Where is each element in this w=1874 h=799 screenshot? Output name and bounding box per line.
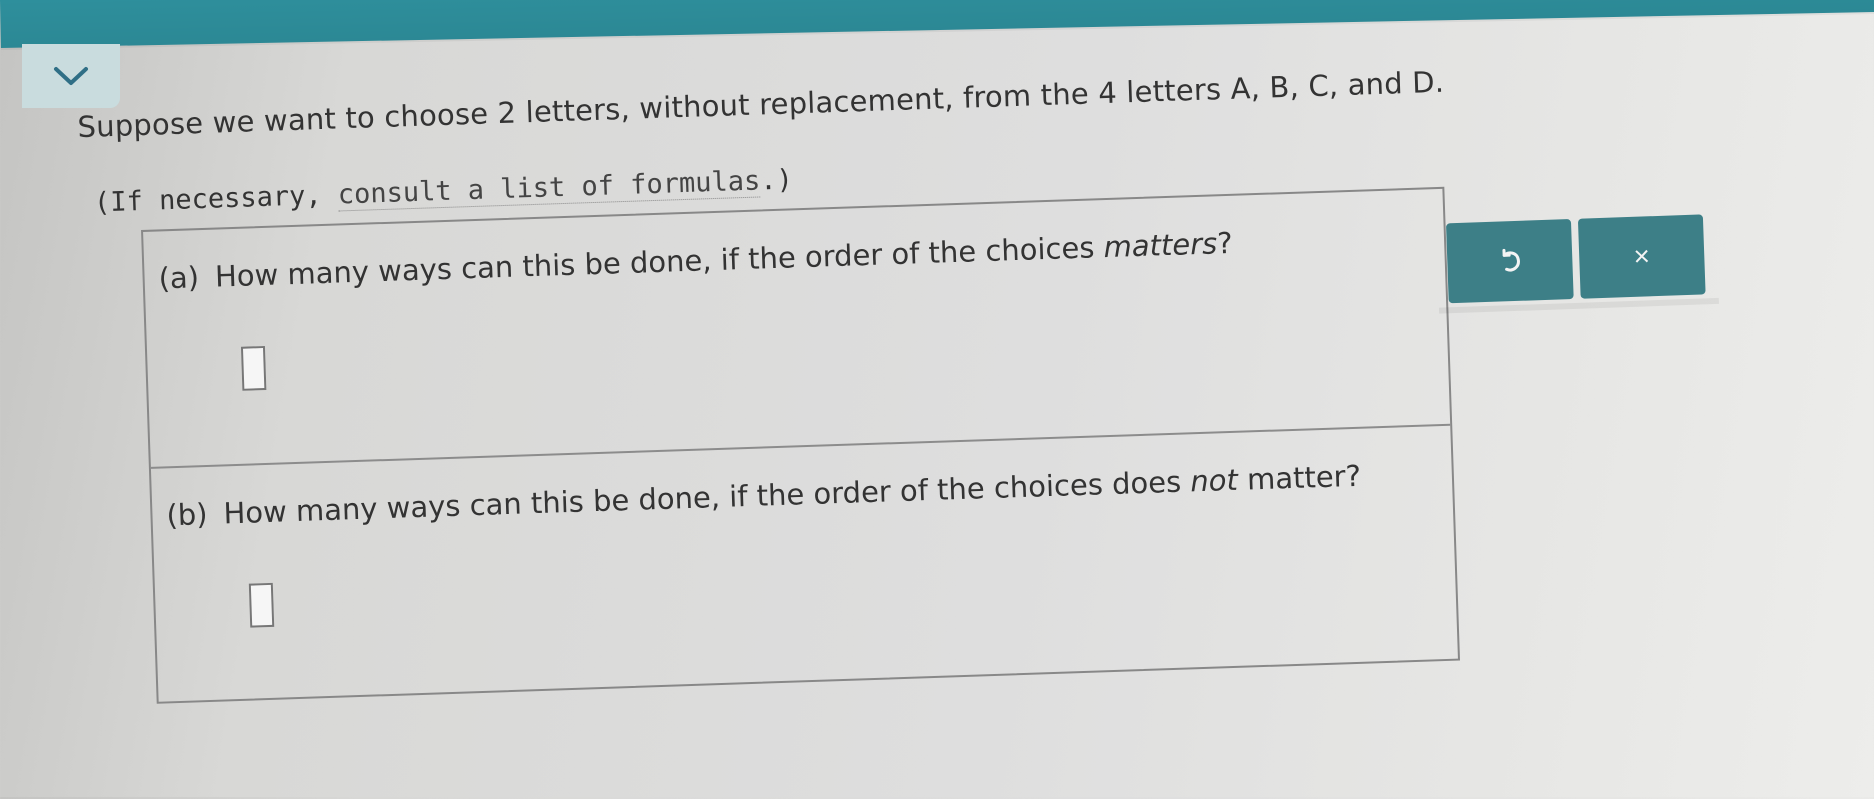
undo-button[interactable]	[1445, 219, 1574, 304]
answer-toolbar: ×	[1428, 214, 1731, 314]
question-a-emphasis: matters	[1102, 226, 1218, 265]
answer-b-input[interactable]	[248, 582, 275, 628]
question-a-label: (a)	[158, 260, 200, 296]
problem-page: Suppose we want to choose 2 letters, wit…	[0, 0, 1874, 799]
question-b-end: matter?	[1237, 458, 1362, 497]
question-a-start: How many ways can this be done, if the o…	[214, 230, 1105, 294]
question-b-emphasis: not	[1189, 462, 1239, 499]
formulas-prefix: (If necessary,	[93, 179, 339, 219]
question-a-text: (a) How many ways can this be done, if th…	[158, 226, 1233, 296]
question-part-b: (b) How many ways can this be done, if th…	[150, 423, 1458, 702]
answer-a-input[interactable]	[240, 345, 267, 391]
formulas-suffix: .)	[759, 164, 794, 197]
clear-button[interactable]: ×	[1577, 214, 1706, 299]
question-part-a: (a) How many ways can this be done, if th…	[143, 189, 1450, 467]
formulas-link[interactable]: consult a list of formulas	[337, 165, 761, 212]
question-b-start: How many ways can this be done, if the o…	[222, 464, 1191, 531]
undo-icon	[1501, 248, 1520, 272]
problem-statement: Suppose we want to choose 2 letters, wit…	[77, 64, 1445, 145]
question-a-end: ?	[1216, 225, 1234, 261]
question-box: (a) How many ways can this be done, if th…	[141, 186, 1461, 704]
question-b-label: (b)	[165, 496, 209, 533]
question-b-text: (b) How many ways can this be done, if th…	[166, 459, 1362, 533]
close-icon: ×	[1633, 240, 1651, 272]
formulas-note: (If necessary, consult a list of formula…	[94, 164, 794, 218]
